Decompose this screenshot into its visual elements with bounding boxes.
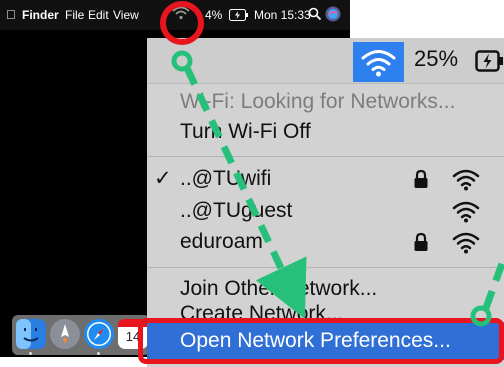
annotation-arrows (171, 50, 504, 327)
arrow-start-dot (171, 50, 193, 72)
arrow-dashed (482, 256, 504, 310)
arrow-start-dot (470, 305, 492, 327)
arrow-dashed (183, 66, 307, 320)
